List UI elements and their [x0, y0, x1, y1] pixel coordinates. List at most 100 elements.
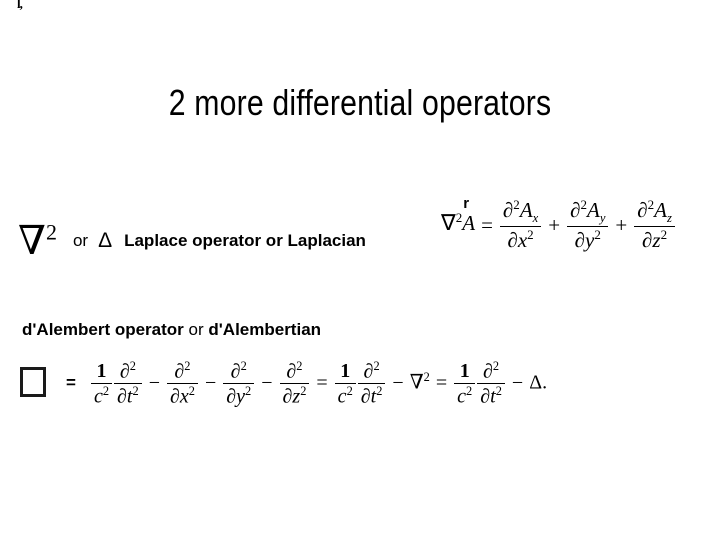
minus-1: −	[148, 372, 160, 395]
laplace-operator-row: ∇2 or Δ Laplace operator or Laplacian	[18, 215, 366, 261]
dalembert-equation: 1 c2 ∂2 ∂t2− ∂2 ∂x2− ∂2 ∂y2− ∂2 ∂z2 = 1 c2 ∂2 ∂t2− ∇2 = 1…	[90, 360, 547, 408]
term-y-den-variable: y	[585, 228, 595, 253]
dalembert-label-or: or	[183, 320, 209, 339]
dy-den-exp: 2	[245, 384, 252, 399]
term-z-num-symbol: A	[654, 198, 667, 222]
laplace-operator-label: Laplace operator or Laplacian	[124, 231, 366, 250]
slide-canvas: l, 2 more differential operators ∇2 or Δ…	[0, 0, 720, 540]
nabla-squared-symbol: ∇2	[18, 221, 57, 261]
vector-laplacian-equation: ∇2 r A = ∂2Ax ∂x2 + ∂2Ay ∂y2 + ∂2Az ∂z2	[441, 196, 676, 253]
dy-num-partial: ∂	[230, 360, 241, 383]
dz-num-partial: ∂	[286, 360, 297, 383]
dalembert-label-bold-1: d'Alembert operator	[22, 320, 184, 339]
term-z-num-subscript: z	[666, 211, 672, 226]
c-frac-2-numerator: 1	[334, 361, 356, 384]
term-z-num-partial: ∂	[637, 198, 648, 222]
dt-2-num-exp: 2	[373, 359, 380, 373]
minus-3: −	[261, 372, 273, 395]
dt-3-num-exp: 2	[492, 359, 500, 373]
dt-2-den-exp: 2	[376, 384, 383, 399]
dt-den-partial: ∂	[117, 386, 127, 409]
term-y-operator: +	[615, 212, 628, 237]
c-frac-2-den-exp: 2	[346, 383, 353, 398]
term-z-den-variable: z	[652, 228, 661, 253]
dt-2-den-partial: ∂	[360, 386, 371, 409]
dt-3-den-partial: ∂	[480, 386, 491, 409]
term-y-den-partial: ∂	[574, 228, 586, 253]
vector-a-letter: A	[462, 210, 476, 235]
dt-2-num-partial: ∂	[363, 360, 374, 383]
dx-den-partial: ∂	[169, 386, 180, 409]
dt-num-partial: ∂	[119, 360, 130, 383]
dz-den-partial: ∂	[282, 386, 293, 409]
equation-equals-sign: =	[481, 212, 493, 237]
nabla-exponent: 2	[45, 219, 57, 245]
dt-num-exp: 2	[129, 359, 136, 373]
dalembert-equals-sign: =	[66, 372, 76, 392]
dt-fraction: ∂2 ∂t2	[114, 360, 142, 408]
dx-fraction: ∂2 ∂x2	[166, 359, 198, 409]
term-z-fraction: ∂2Az ∂z2	[634, 198, 675, 252]
c-frac-2-den-var: c	[337, 385, 347, 408]
term-z-den-partial: ∂	[642, 228, 653, 253]
term-y-num-subscript: y	[599, 211, 606, 226]
c-squared-fraction: 1 c2	[90, 361, 113, 408]
dx-den-exp: 2	[188, 384, 195, 399]
dz-den-exp: 2	[300, 384, 307, 399]
vector-arrow-icon: r	[463, 194, 470, 212]
term-z-den-exponent: 2	[660, 227, 668, 243]
dalembert-period: .	[542, 371, 548, 394]
dalembert-delta-icon: Δ	[529, 371, 543, 394]
term-x-num-partial: ∂	[502, 198, 514, 222]
dy-fraction: ∂2 ∂y2	[223, 359, 255, 409]
c-frac-3-den-exp: 2	[466, 383, 473, 398]
term-x-fraction: ∂2Ax ∂x2	[499, 198, 542, 253]
dt-3-den-exp: 2	[495, 384, 502, 399]
term-y-fraction: ∂2Ay ∂y2	[567, 198, 609, 253]
dz-fraction: ∂2 ∂z2	[279, 359, 310, 409]
c-frac-3-numerator: 1	[454, 361, 476, 384]
term-x-operator: +	[548, 212, 561, 237]
dt-fraction-2: ∂2 ∂t2	[357, 359, 386, 409]
term-x-den-exponent: 2	[527, 227, 534, 243]
dt-den-exp: 2	[132, 384, 139, 399]
minus-2: −	[204, 372, 217, 395]
vector-a-symbol: rA	[462, 196, 476, 236]
dt-3-num-partial: ∂	[483, 360, 493, 383]
term-y-num-partial: ∂	[570, 198, 581, 222]
term-y-den-exponent: 2	[594, 227, 601, 243]
c-frac-3-den-var: c	[457, 385, 467, 408]
dx-num-exp: 2	[184, 359, 191, 373]
dalembert-equals-3: =	[435, 372, 448, 395]
stray-glyph-artifact: l,	[17, 0, 23, 11]
laplace-or-word: or	[72, 231, 89, 250]
box-operator-icon	[20, 366, 46, 397]
dy-num-exp: 2	[240, 359, 247, 373]
dy-den-var: y	[236, 386, 246, 409]
dy-den-partial: ∂	[226, 386, 237, 409]
dt-fraction-3: ∂2 ∂t2	[477, 360, 505, 408]
c-frac-den-exp: 2	[102, 383, 110, 398]
term-x-num-subscript: x	[532, 211, 539, 226]
term-y-num-symbol: A	[586, 198, 600, 222]
dx-num-partial: ∂	[174, 360, 185, 383]
dalembert-equation-row: = 1 c2 ∂2 ∂t2− ∂2 ∂x2− ∂2 ∂y2− ∂2 ∂z2 = 1 c2 ∂2 ∂t2− ∇2…	[20, 358, 547, 408]
minus-5: −	[511, 372, 524, 395]
c-frac-numerator: 1	[90, 361, 113, 384]
c-squared-fraction-3: 1 c2	[454, 361, 476, 408]
dalembert-nabla-icon: ∇	[409, 371, 424, 394]
term-x-den-partial: ∂	[507, 228, 518, 253]
nabla-icon: ∇	[18, 218, 46, 263]
term-x-den-variable: x	[517, 228, 528, 253]
dz-num-exp: 2	[296, 359, 303, 373]
c-frac-den-var: c	[93, 385, 103, 408]
dalembert-equals-2: =	[316, 372, 328, 395]
term-x-num-symbol: A	[519, 198, 533, 222]
page-title: 2 more differential operators	[168, 82, 552, 123]
dalembert-operator-label: d'Alembert operator or d'Alembertian	[22, 320, 321, 340]
dx-den-var: x	[179, 386, 189, 409]
minus-4: −	[392, 372, 404, 395]
equation-nabla-icon: ∇	[441, 209, 456, 235]
dalembert-label-bold-2: d'Alembertian	[208, 320, 322, 339]
c-squared-fraction-2: 1 c2	[334, 361, 356, 408]
